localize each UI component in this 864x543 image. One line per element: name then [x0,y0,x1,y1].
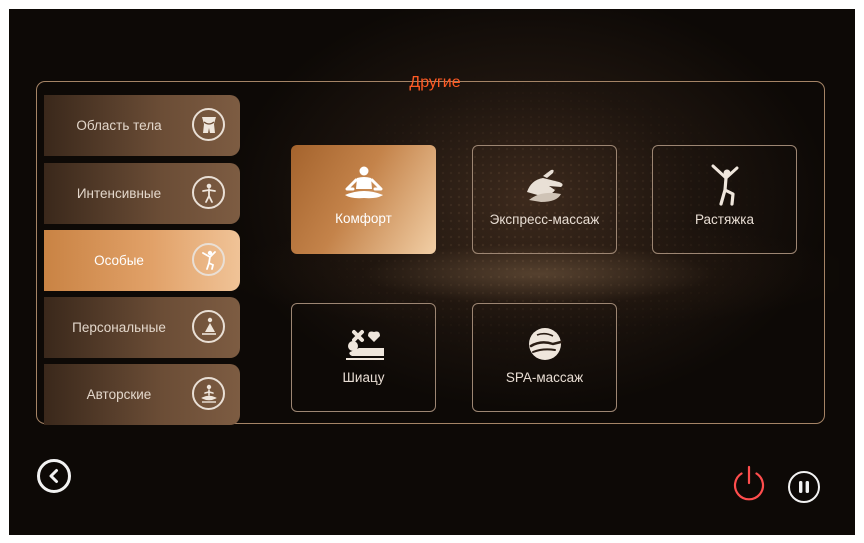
sidebar-item-author[interactable]: Авторские [44,364,240,425]
program-card-label: Шиацу [342,370,385,385]
body-area-icon [192,108,225,141]
personal-stretch-icon [192,310,225,343]
program-card-label: Комфорт [335,211,392,226]
back-button[interactable] [37,459,71,493]
program-card-express-massage[interactable]: Экспресс-массаж [472,145,617,254]
program-card-comfort[interactable]: Комфорт [291,145,436,254]
program-card-label: Растяжка [694,212,755,227]
massage-hands-icon [521,164,569,208]
program-card-spa-massage[interactable]: SPA-массаж [472,303,617,412]
pause-icon [797,480,811,494]
intensive-figure-icon [192,176,225,209]
sidebar-item-personal[interactable]: Персональные [44,297,240,358]
sidebar-item-special[interactable]: Особые [44,230,240,291]
special-figure-icon [192,243,225,276]
program-card-label: SPA-массаж [505,370,584,385]
shiatsu-icon [340,322,388,366]
stretch-figure-icon [701,164,749,208]
back-chevron-icon [46,468,62,484]
sidebar-item-label: Персональные [72,320,166,335]
program-card-label: Экспресс-массаж [489,212,600,227]
sidebar-item-label: Авторские [86,387,152,402]
program-card-stretch[interactable]: Растяжка [652,145,797,254]
sidebar-item-label: Область тела [76,118,162,133]
power-icon [727,461,771,505]
power-button[interactable] [727,461,771,505]
yoga-lotus-icon [340,163,388,207]
pause-button[interactable] [788,471,820,503]
page-title: Другие [409,74,461,91]
sidebar-item-label: Особые [94,253,144,268]
sidebar-item-label: Интенсивные [76,186,162,201]
author-meditation-icon [192,377,225,410]
spa-hand-icon [521,322,569,366]
sidebar-item-intensive[interactable]: Интенсивные [44,163,240,224]
program-card-shiatsu[interactable]: Шиацу [291,303,436,412]
sidebar-item-body-area[interactable]: Область тела [44,95,240,156]
